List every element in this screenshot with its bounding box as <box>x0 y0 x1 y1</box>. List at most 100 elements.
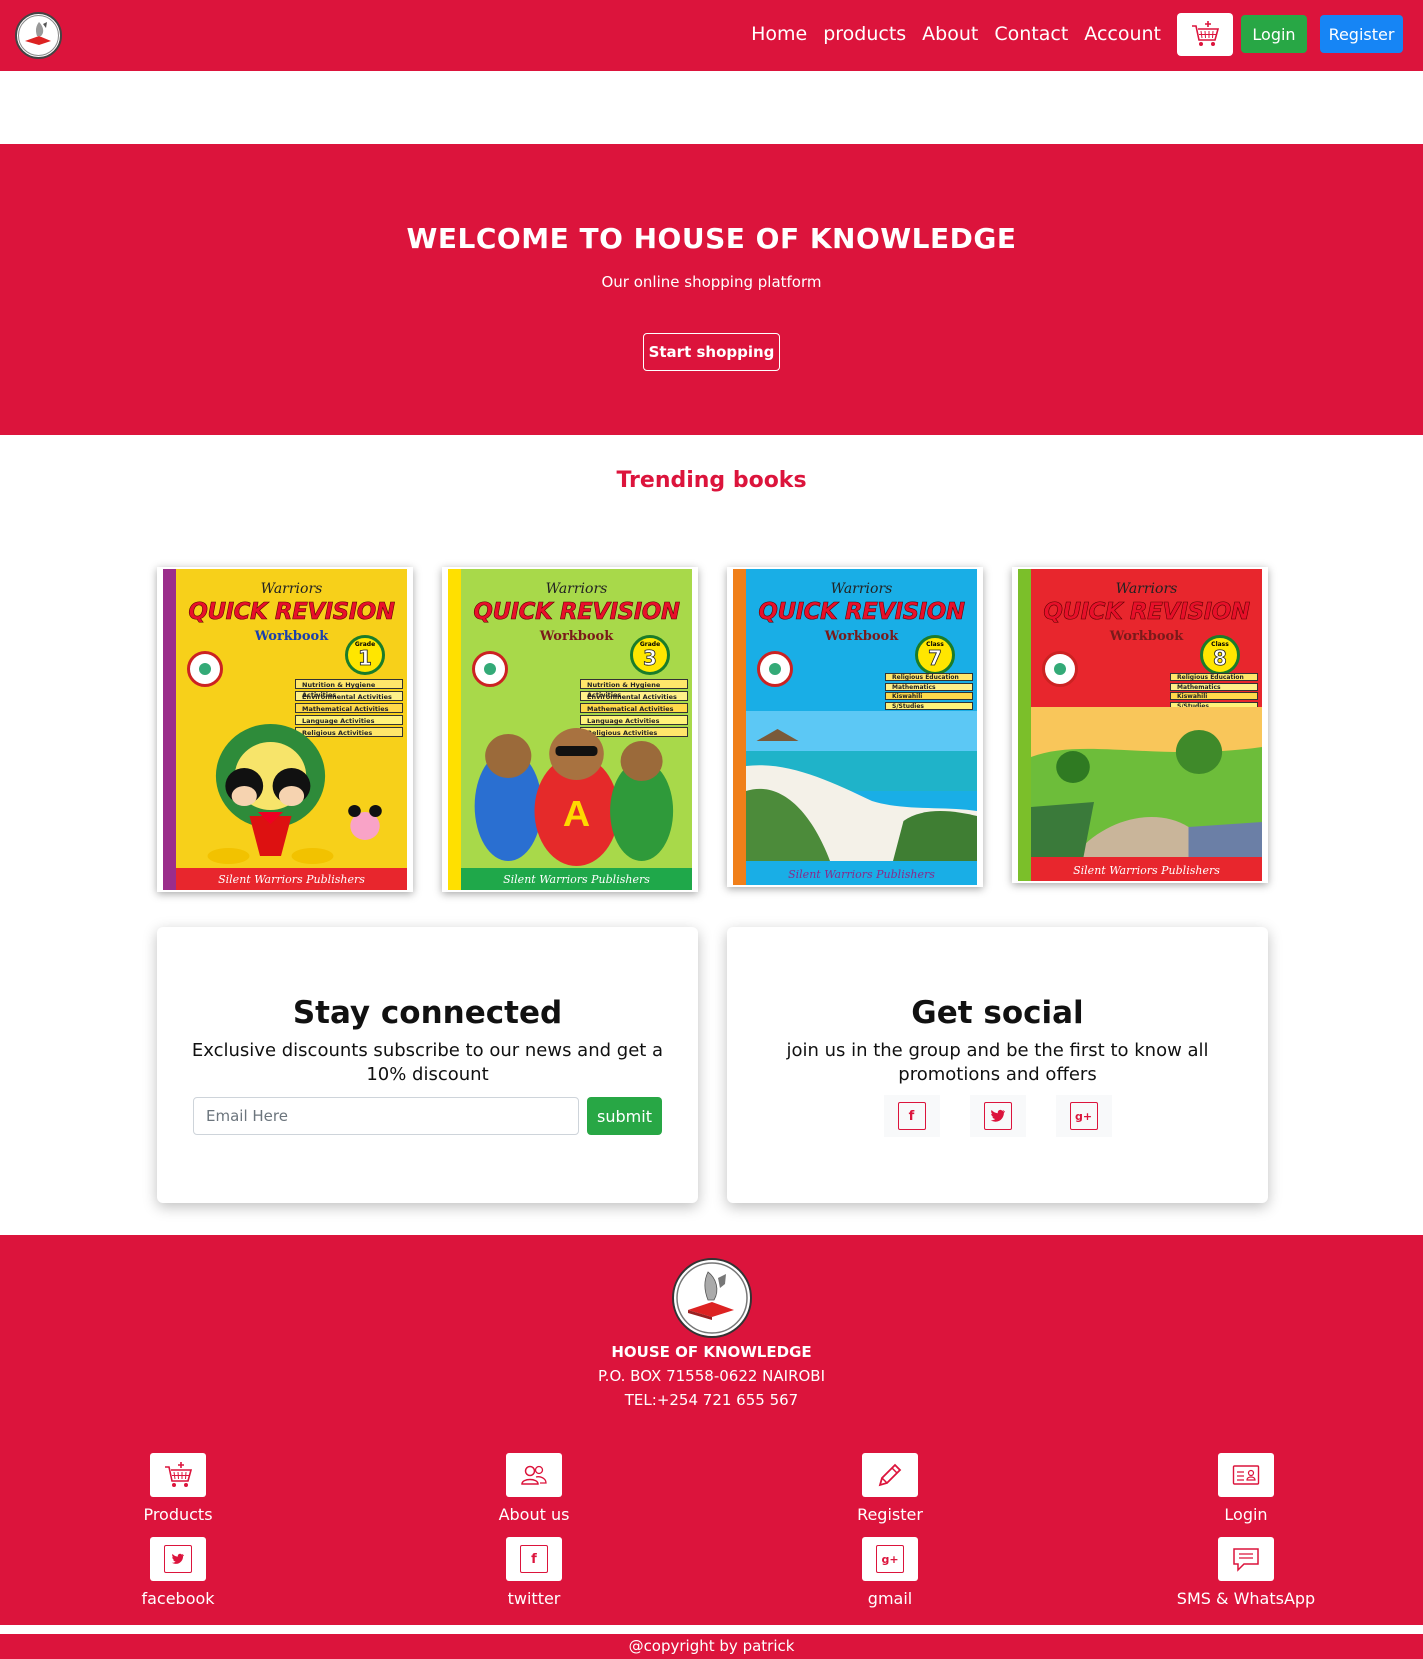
footer-link-twitter[interactable]: f twitter <box>454 1537 614 1608</box>
footer-label: About us <box>498 1505 570 1524</box>
book-title: QUICK REVISION <box>473 599 680 626</box>
book-subject-item: Environmental Activities <box>580 691 688 701</box>
twitter-icon <box>983 1102 1012 1130</box>
email-input[interactable]: Email Here <box>193 1097 579 1135</box>
book-card[interactable]: Warriors QUICK REVISION Workbook Class 7 Reli… <box>727 567 983 887</box>
footer-link-register[interactable]: Register <box>810 1453 970 1524</box>
book-cover-illustration <box>176 716 407 866</box>
book-series: Warriors <box>545 581 608 597</box>
nav-about[interactable]: About <box>922 23 978 45</box>
nav-home[interactable]: Home <box>751 23 807 45</box>
social-card: Get social join us in the group and be t… <box>727 927 1268 1203</box>
nav-account[interactable]: Account <box>1084 23 1161 45</box>
site-logo[interactable] <box>15 12 62 59</box>
newsletter-card: Stay connected Exclusive discounts subsc… <box>157 927 698 1203</box>
login-button[interactable]: Login <box>1241 15 1307 53</box>
book-publisher: Silent Warriors Publishers <box>746 863 977 885</box>
facebook-icon: f <box>506 1537 562 1581</box>
book-subject-item: Kiswahili <box>1170 692 1258 700</box>
footer-label: SMS & WhatsApp <box>1176 1589 1316 1608</box>
book-subject-item: Religious Education <box>885 673 973 681</box>
footer-company-name: HOUSE OF KNOWLEDGE <box>611 1343 812 1361</box>
hero-subtitle: Our online shopping platform <box>601 273 822 291</box>
book-seal-icon <box>757 651 793 687</box>
book-grade-badge: Grade 3 <box>630 635 670 675</box>
book-subject-item: Mathematical Activities <box>295 703 403 713</box>
cart-button[interactable] <box>1177 12 1233 56</box>
google-plus-icon: g+ <box>862 1537 918 1581</box>
google-plus-icon: g+ <box>1069 1102 1098 1130</box>
footer-label: facebook <box>141 1589 215 1608</box>
book-title: QUICK REVISION <box>188 599 395 626</box>
book-card[interactable]: Warriors QUICK REVISION Workbook Grade 3 Nutr… <box>442 567 698 892</box>
book-cover-illustration <box>1031 707 1262 857</box>
id-card-icon <box>1218 1453 1274 1497</box>
book-seal-icon <box>1042 651 1078 687</box>
book-grade-badge: Grade 1 <box>345 635 385 675</box>
book-series: Warriors <box>1115 581 1178 597</box>
pencil-icon <box>862 1453 918 1497</box>
footer: HOUSE OF KNOWLEDGE P.O. BOX 71558-0622 N… <box>0 1235 1423 1625</box>
book-series: Warriors <box>260 581 323 597</box>
book-grade-badge: Class 8 <box>1200 635 1240 675</box>
footer-label: Register <box>857 1505 923 1524</box>
users-icon <box>506 1453 562 1497</box>
hero-banner: WELCOME TO HOUSE OF KNOWLEDGE Our online… <box>0 144 1423 435</box>
footer-link-facebook[interactable]: facebook <box>98 1537 258 1608</box>
book-cover-illustration <box>746 711 977 861</box>
facebook-icon: f <box>897 1102 926 1130</box>
book-subject-item: Nutrition & Hygiene Activities <box>580 679 688 699</box>
trending-heading: Trending books <box>616 468 807 493</box>
register-button[interactable]: Register <box>1320 15 1403 53</box>
book-series: Warriors <box>830 581 893 597</box>
book-title: QUICK REVISION <box>1043 599 1250 626</box>
footer-address: P.O. BOX 71558-0622 NAIROBI <box>597 1367 826 1385</box>
nav-products[interactable]: products <box>823 23 906 45</box>
book-seal-icon <box>472 651 508 687</box>
footer-phone: TEL:+254 721 655 567 <box>624 1391 799 1409</box>
newsletter-text: Exclusive discounts subscribe to our new… <box>191 1040 664 1085</box>
footer-label: Products <box>143 1505 213 1524</box>
book-cover-illustration: A <box>461 716 692 866</box>
book-seal-icon <box>187 651 223 687</box>
start-shopping-button[interactable]: Start shopping <box>643 333 780 371</box>
book-subject-item: S/Studies <box>885 701 973 710</box>
google-plus-button[interactable]: g+ <box>1055 1095 1112 1137</box>
footer-link-about[interactable]: About us <box>454 1453 614 1524</box>
newsletter-title: Stay connected <box>292 995 563 1031</box>
footer-link-gmail[interactable]: g+ gmail <box>810 1537 970 1608</box>
svg-text:A: A <box>563 794 590 834</box>
book-subject-item: Mathematics <box>1170 682 1258 691</box>
book-card[interactable]: Warriors QUICK REVISION Workbook Grade 1 Nutr… <box>157 567 413 892</box>
book-title: QUICK REVISION <box>758 599 965 626</box>
footer-label: Login <box>1224 1505 1268 1524</box>
hero-title: WELCOME TO HOUSE OF KNOWLEDGE <box>406 222 1017 255</box>
book-subject-item: Environmental Activities <box>295 691 403 701</box>
twitter-button[interactable] <box>969 1095 1026 1137</box>
cart-icon <box>150 1453 206 1497</box>
nav-contact[interactable]: Contact <box>994 23 1068 45</box>
twitter-icon <box>150 1537 206 1581</box>
footer-link-products[interactable]: Products <box>98 1453 258 1524</box>
book-subject-item: Nutrition & Hygiene Activities <box>295 679 403 699</box>
book-grade-badge: Class 7 <box>915 635 955 675</box>
book-publisher: Silent Warriors Publishers <box>1031 859 1262 881</box>
book-subject-item: Mathematical Activities <box>580 703 688 713</box>
book-spine <box>733 569 746 885</box>
book-spine <box>163 569 176 890</box>
footer-link-sms-whatsapp[interactable]: SMS & WhatsApp <box>1166 1537 1326 1608</box>
navbar: Home products About Contact Account Logi… <box>0 0 1423 71</box>
book-publisher: Silent Warriors Publishers <box>176 868 407 890</box>
book-subject-item: Kiswahili <box>885 692 973 700</box>
facebook-button[interactable]: f <box>883 1095 940 1137</box>
book-publisher: Silent Warriors Publishers <box>461 868 692 890</box>
cart-icon <box>1192 21 1220 46</box>
book-card[interactable]: Warriors QUICK REVISION Workbook Class 8 Reli… <box>1012 567 1268 883</box>
book-spine <box>448 569 461 890</box>
footer-link-login[interactable]: Login <box>1166 1453 1326 1524</box>
book-subject-item: Mathematics <box>885 682 973 691</box>
footer-logo <box>672 1258 752 1338</box>
submit-button[interactable]: submit <box>587 1097 662 1135</box>
footer-label: twitter <box>507 1589 561 1608</box>
copyright-bar: @copyright by patrick <box>0 1634 1423 1659</box>
